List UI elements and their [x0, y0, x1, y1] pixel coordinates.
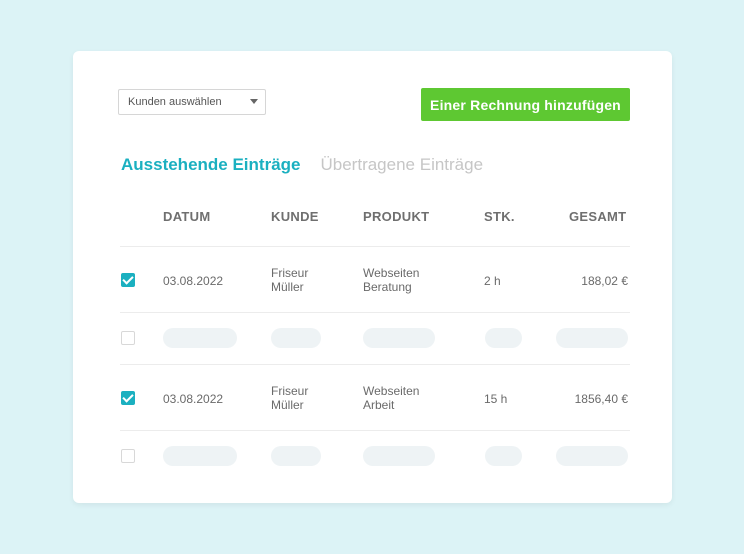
column-header-product: PRODUKT: [363, 209, 430, 224]
row-product: Webseiten Arbeit: [363, 384, 419, 412]
row-date: 03.08.2022: [163, 274, 224, 288]
checkbox-checked-icon[interactable]: [121, 273, 135, 287]
row-customer-line2: Müller: [271, 280, 304, 294]
placeholder-row: [120, 313, 630, 365]
column-header-date: DATUM: [163, 209, 211, 224]
checkbox-unchecked-icon[interactable]: [121, 331, 135, 345]
row-product-line2: Beratung: [363, 280, 412, 294]
row-customer-line1: Friseur: [271, 266, 309, 280]
column-header-qty: STK.: [484, 209, 515, 224]
add-to-invoice-button[interactable]: Einer Rechnung hinzufügen: [421, 88, 630, 121]
placeholder-bar: [163, 446, 237, 466]
chevron-down-icon: [250, 99, 258, 104]
row-qty: 2 h: [484, 274, 501, 288]
customer-select-value: Kunden auswählen: [128, 96, 222, 108]
customer-select[interactable]: Kunden auswählen: [118, 89, 266, 115]
row-customer: Friseur Müller: [271, 384, 308, 412]
entries-card: Kunden auswählen Einer Rechnung hinzufüg…: [73, 51, 672, 503]
placeholder-bar: [485, 328, 522, 348]
row-qty: 15 h: [484, 392, 508, 406]
row-customer-line2: Müller: [271, 398, 304, 412]
entries-tabs: Ausstehende Einträge Übertragene Einträg…: [121, 155, 483, 175]
placeholder-bar: [556, 328, 628, 348]
row-total: 1856,40 €: [574, 392, 628, 406]
row-total: 188,02 €: [581, 274, 628, 288]
placeholder-bar: [271, 328, 321, 348]
row-customer: Friseur Müller: [271, 266, 308, 294]
table-header: DATUM KUNDE PRODUKT STK. GESAMT: [120, 191, 630, 247]
placeholder-bar: [556, 446, 628, 466]
entries-table: DATUM KUNDE PRODUKT STK. GESAMT 03.08.20…: [120, 191, 630, 483]
row-product-line1: Webseiten: [363, 266, 420, 280]
row-customer-line1: Friseur: [271, 384, 309, 398]
table-row[interactable]: 03.08.2022 Friseur Müller Webseiten Arbe…: [120, 365, 630, 431]
row-product-line1: Webseiten: [363, 384, 420, 398]
tab-transferred-entries[interactable]: Übertragene Einträge: [321, 155, 484, 175]
placeholder-bar: [163, 328, 237, 348]
tab-pending-entries[interactable]: Ausstehende Einträge: [121, 155, 301, 175]
placeholder-bar: [363, 446, 435, 466]
placeholder-bar: [485, 446, 522, 466]
placeholder-row: [120, 431, 630, 483]
checkbox-checked-icon[interactable]: [121, 391, 135, 405]
checkbox-unchecked-icon[interactable]: [121, 449, 135, 463]
row-product: Webseiten Beratung: [363, 266, 419, 294]
row-product-line2: Arbeit: [363, 398, 395, 412]
placeholder-bar: [271, 446, 321, 466]
row-date: 03.08.2022: [163, 392, 224, 406]
column-header-customer: KUNDE: [271, 209, 319, 224]
placeholder-bar: [363, 328, 435, 348]
table-row[interactable]: 03.08.2022 Friseur Müller Webseiten Bera…: [120, 247, 630, 313]
column-header-total: GESAMT: [569, 209, 627, 224]
